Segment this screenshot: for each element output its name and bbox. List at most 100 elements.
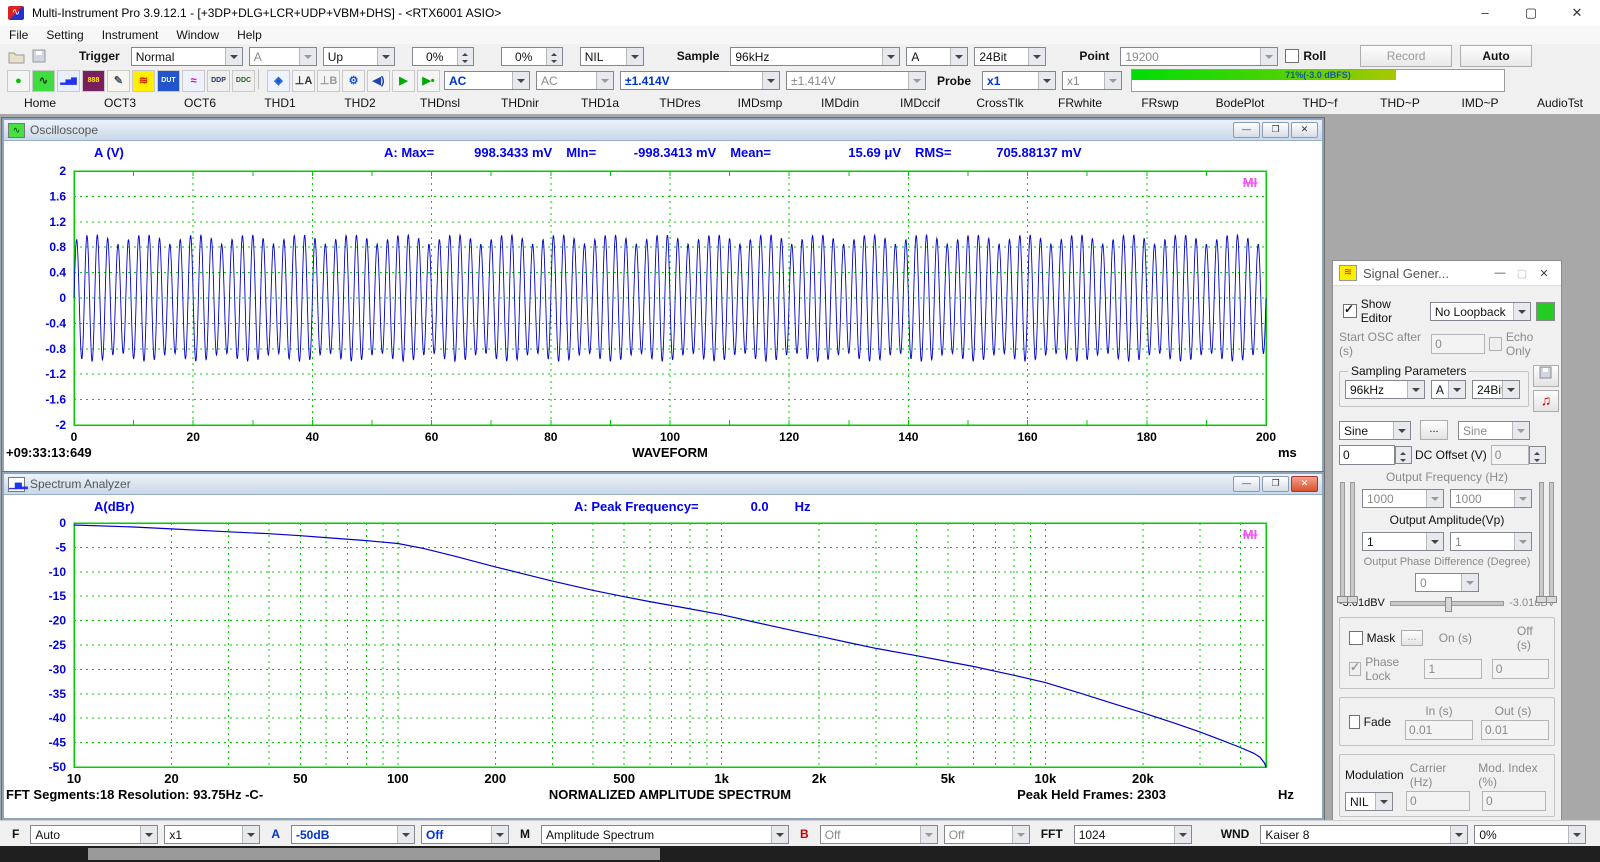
probe-a-select[interactable]: x1 <box>982 71 1056 90</box>
signal-generator-icon[interactable]: ≋ <box>132 70 155 92</box>
b-ref-select[interactable]: Off <box>944 825 1030 844</box>
waveform-library-button[interactable]: ♫ <box>1533 390 1559 412</box>
tab-oct3[interactable]: OCT3 <box>80 93 160 114</box>
probe-a-icon[interactable]: ⊥A <box>292 70 315 92</box>
mask-off-input[interactable]: 0 <box>1492 659 1549 679</box>
save-waveform-button[interactable] <box>1533 365 1559 387</box>
mod-index-input[interactable]: 0 <box>1482 791 1546 811</box>
gen-channel-select[interactable]: A <box>1431 380 1466 399</box>
trigger-hpf-select[interactable]: NIL <box>580 47 644 66</box>
amp-b-select[interactable]: 1 <box>1450 532 1532 551</box>
tab-imdccif[interactable]: IMDccif <box>880 93 960 114</box>
spectrum-analyzer-icon[interactable]: ▂▅▇ <box>57 70 80 92</box>
tab-bodeplot[interactable]: BodePlot <box>1200 93 1280 114</box>
trigger-edge-select[interactable]: Up <box>323 47 395 66</box>
a-ref-select[interactable]: Off <box>421 825 509 844</box>
trigger-level-stepper[interactable]: 0% <box>412 47 474 66</box>
calibration-icon[interactable]: ◈ <box>267 70 290 92</box>
tab-thdnsl[interactable]: THDnsl <box>400 93 480 114</box>
amp-a-select[interactable]: 1 <box>1362 532 1444 551</box>
mask-on-input[interactable]: 1 <box>1424 659 1481 679</box>
ddc-icon[interactable]: DDC <box>232 70 255 92</box>
freq-range-select[interactable]: Auto <box>30 825 158 844</box>
dut-icon[interactable]: DUT <box>157 70 180 92</box>
echo-only-checkbox[interactable] <box>1489 337 1502 351</box>
tab-audiotst[interactable]: AudioTst <box>1520 93 1600 114</box>
trigger-source-select[interactable]: A <box>249 47 317 66</box>
spectrum-restore-icon[interactable]: ❐ <box>1262 476 1289 492</box>
sample-bits-select[interactable]: 24Bit <box>974 47 1046 66</box>
scope-restore-icon[interactable]: ❐ <box>1262 122 1289 138</box>
probe-b-icon[interactable]: ⊥B <box>317 70 340 92</box>
io-settings-icon[interactable]: ⚙ <box>342 70 365 92</box>
gen-level-slider-b1[interactable] <box>1539 482 1544 602</box>
start-osc-input[interactable]: 0 <box>1431 334 1485 354</box>
coupling-a-select[interactable]: AC <box>444 71 530 90</box>
tab-thd2[interactable]: THD2 <box>320 93 400 114</box>
close-icon[interactable]: ✕ <box>1554 0 1600 26</box>
trigger-delay-stepper[interactable]: 0% <box>501 47 563 66</box>
tab-crosstlk[interactable]: CrossTlk <box>960 93 1040 114</box>
generator-close-icon[interactable]: ✕ <box>1533 267 1555 280</box>
gen-level-slider-a2[interactable] <box>1350 482 1355 602</box>
phase-select[interactable]: 0 <box>1415 573 1479 592</box>
menu-item-setting[interactable]: Setting <box>37 28 92 42</box>
waveform-a-select[interactable]: Sine <box>1339 421 1411 440</box>
oscilloscope-icon[interactable]: ∿ <box>32 70 55 92</box>
maximize-icon[interactable]: ▢ <box>1508 0 1554 26</box>
scope-minimize-icon[interactable]: — <box>1233 122 1260 138</box>
modulation-select[interactable]: NIL <box>1345 792 1393 811</box>
speaker-icon[interactable]: ◀) <box>367 70 390 92</box>
gen-bits-select[interactable]: 24Bit <box>1472 380 1520 399</box>
record-button[interactable]: Record <box>1360 45 1452 67</box>
tab-thd~f[interactable]: THD~f <box>1280 93 1360 114</box>
show-editor-checkbox[interactable] <box>1343 304 1357 318</box>
sample-rate-select[interactable]: 96kHz <box>730 47 900 66</box>
horizontal-scrollbar[interactable] <box>0 846 1600 862</box>
menu-item-file[interactable]: File <box>0 28 37 42</box>
mode-select[interactable]: Amplitude Spectrum <box>541 825 789 844</box>
tab-oct6[interactable]: OCT6 <box>160 93 240 114</box>
probe-b-select[interactable]: x1 <box>1062 71 1122 90</box>
b-range-select[interactable]: Off <box>820 825 938 844</box>
fft-size-select[interactable]: 1024 <box>1074 825 1192 844</box>
oscilloscope-plot[interactable]: 21.61.20.80.40-0.4-0.8-1.2-1.6-202040608… <box>4 163 1322 472</box>
generator-maximize-icon[interactable]: ▢ <box>1511 267 1533 280</box>
spectrum-close-icon[interactable]: ✕ <box>1291 476 1318 492</box>
gen-rate-select[interactable]: 96kHz <box>1345 380 1425 399</box>
tab-frwhite[interactable]: FRwhite <box>1040 93 1120 114</box>
dc-offset-b-input[interactable]: 0 <box>1491 445 1529 465</box>
waveform-b-select[interactable]: Sine <box>1458 421 1530 440</box>
play-icon[interactable]: ▶ <box>392 70 415 92</box>
tab-thdres[interactable]: THDres <box>640 93 720 114</box>
zoom-select[interactable]: x1 <box>164 825 260 844</box>
oscilloscope-titlebar[interactable]: ∿ Oscilloscope — ❐ ✕ <box>4 120 1322 141</box>
auto-button[interactable]: Auto <box>1460 45 1532 67</box>
generator-run-button[interactable] <box>1536 302 1555 321</box>
menu-item-help[interactable]: Help <box>228 28 271 42</box>
coupling-b-select[interactable]: AC <box>536 71 614 90</box>
loopback-select[interactable]: No Loopback <box>1430 302 1532 321</box>
fade-in-input[interactable]: 0.01 <box>1405 720 1473 740</box>
range-a-select[interactable]: ±1.414V <box>620 71 780 90</box>
overlap-select[interactable]: 0% <box>1474 825 1586 844</box>
open-icon[interactable] <box>8 49 26 64</box>
freq-b-select[interactable]: 1000 <box>1450 489 1532 508</box>
tab-imddin[interactable]: IMDdin <box>800 93 880 114</box>
spectrum-titlebar[interactable]: ▁▅▂ Spectrum Analyzer — ❐ ✕ <box>4 474 1322 495</box>
fade-checkbox[interactable] <box>1349 715 1360 729</box>
balance-slider[interactable] <box>1390 601 1504 606</box>
run-indicator-icon[interactable]: ● <box>7 70 30 92</box>
tab-thdnir[interactable]: THDnir <box>480 93 560 114</box>
play-loop-icon[interactable]: ▶• <box>417 70 440 92</box>
window-function-select[interactable]: Kaiser 8 <box>1260 825 1468 844</box>
mask-checkbox[interactable] <box>1349 631 1363 645</box>
ddp-viewer-icon[interactable]: DDP <box>207 70 230 92</box>
fade-out-input[interactable]: 0.01 <box>1481 720 1549 740</box>
tab-thd~p[interactable]: THD~P <box>1360 93 1440 114</box>
tab-imd~p[interactable]: IMD~P <box>1440 93 1520 114</box>
generator-minimize-icon[interactable]: — <box>1489 267 1511 279</box>
freq-a-select[interactable]: 1000 <box>1362 489 1444 508</box>
tab-home[interactable]: Home <box>0 93 80 114</box>
gen-level-slider-a1[interactable] <box>1340 482 1345 602</box>
